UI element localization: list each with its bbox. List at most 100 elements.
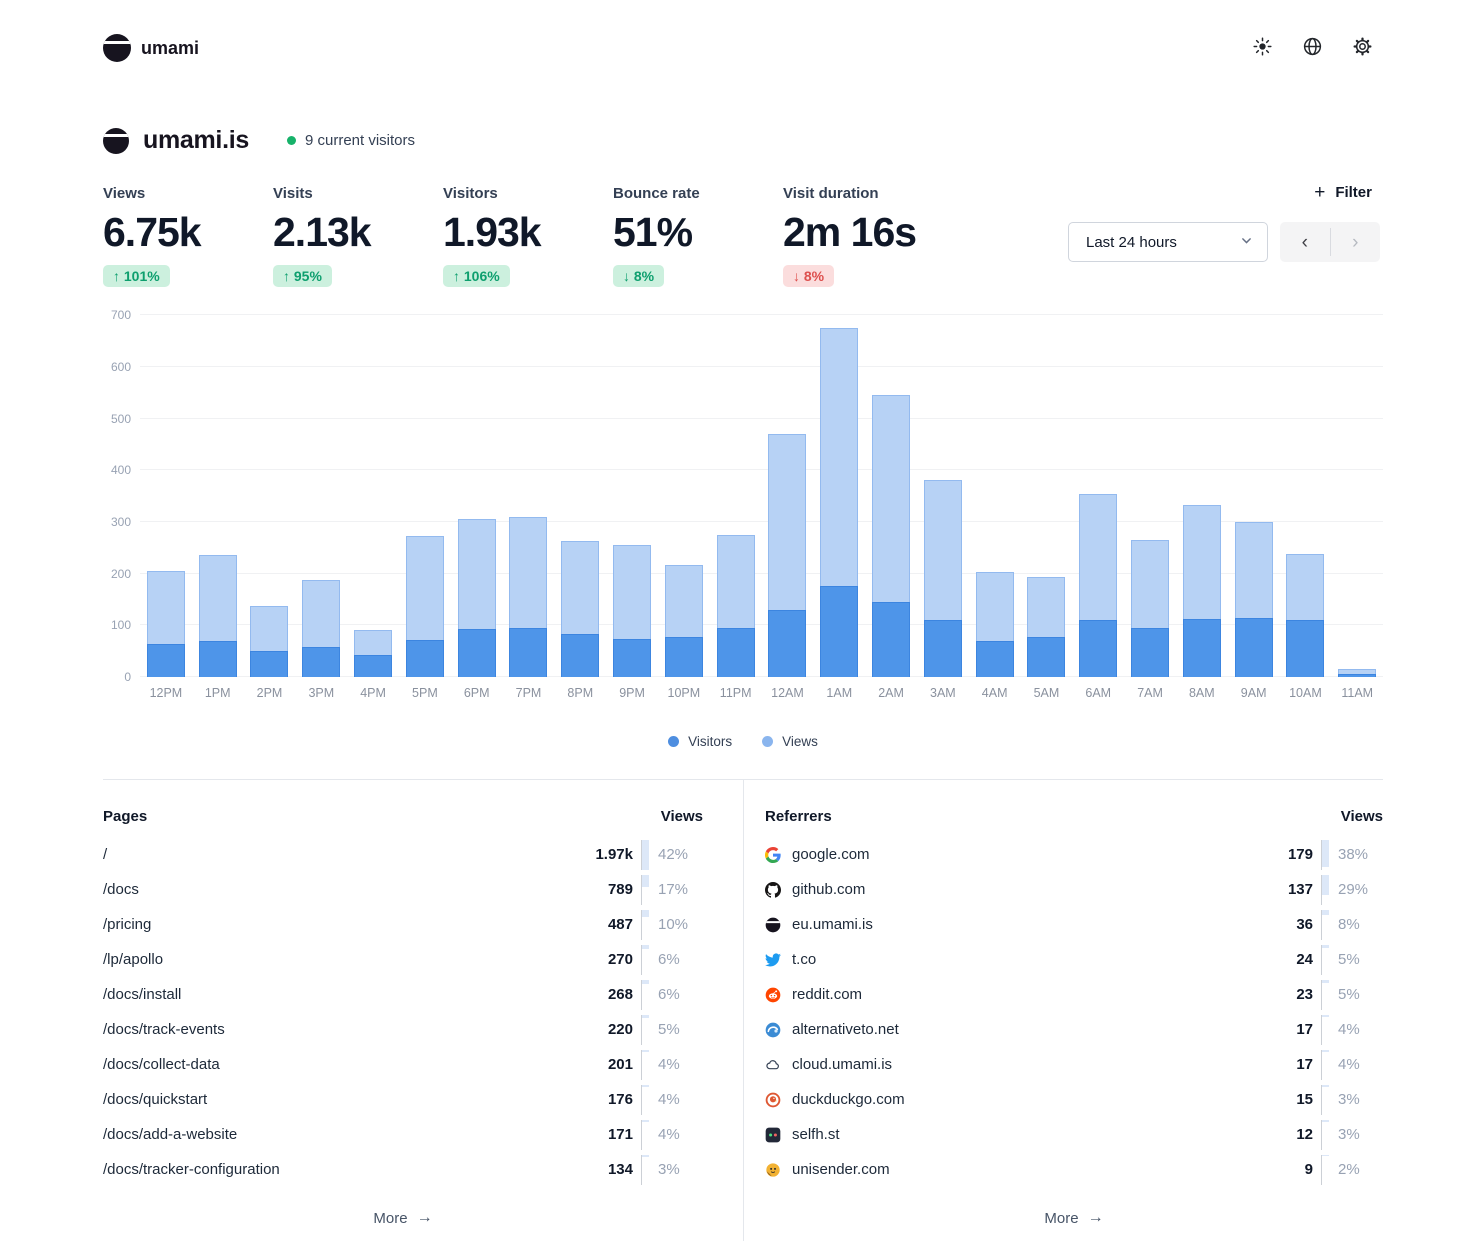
metric-change-badge: ↑ 106% xyxy=(443,265,510,287)
row-label: eu.umami.is xyxy=(792,916,873,933)
page-row-link[interactable]: /pricing xyxy=(103,916,581,933)
chart-x-axis: 12PM1PM2PM3PM4PM5PM6PM7PM8PM9PM10PM11PM1… xyxy=(140,686,1383,700)
bar-group-1pm[interactable] xyxy=(192,315,244,677)
referrer-row-link[interactable]: alternativeto.net xyxy=(765,1021,1261,1038)
percent-text: 3% xyxy=(1338,1091,1360,1108)
brand-name: umami xyxy=(141,38,199,59)
legend-item-views[interactable]: Views xyxy=(762,734,818,749)
app-header: umami xyxy=(0,0,1483,66)
bar-group-2am[interactable] xyxy=(865,315,917,677)
row-views: 270 xyxy=(581,951,633,968)
bar-group-2pm[interactable] xyxy=(244,315,296,677)
page-row-link[interactable]: /lp/apollo xyxy=(103,951,581,968)
referrer-row: cloud.umami.is174% xyxy=(765,1047,1383,1082)
visitors-bar xyxy=(717,628,755,677)
referrer-row-link[interactable]: eu.umami.is xyxy=(765,916,1261,933)
bar-group-4pm[interactable] xyxy=(347,315,399,677)
percent-bar-fill xyxy=(642,910,649,917)
row-label: t.co xyxy=(792,951,816,968)
page-row-link[interactable]: /docs/tracker-configuration xyxy=(103,1161,581,1178)
row-views: 201 xyxy=(581,1056,633,1073)
filter-button[interactable]: + Filter xyxy=(1306,177,1380,208)
page-row-link[interactable]: /docs/collect-data xyxy=(103,1056,581,1073)
bar-group-9pm[interactable] xyxy=(606,315,658,677)
bar-group-6pm[interactable] xyxy=(451,315,503,677)
bar-group-8am[interactable] xyxy=(1176,315,1228,677)
page-row-link[interactable]: /docs xyxy=(103,881,581,898)
legend-item-visitors[interactable]: Visitors xyxy=(668,734,732,749)
language-button[interactable] xyxy=(1294,30,1330,66)
row-label: selfh.st xyxy=(792,1126,840,1143)
brand[interactable]: umami xyxy=(103,34,199,62)
row-percent: 38% xyxy=(1321,840,1383,870)
x-axis-tick: 12PM xyxy=(140,686,192,700)
referrers-more-button[interactable]: More → xyxy=(1034,1203,1113,1233)
row-percent: 4% xyxy=(641,1085,703,1115)
referrer-row-link[interactable]: github.com xyxy=(765,881,1261,898)
metric-label: Visitors xyxy=(443,185,613,202)
percent-bar-fill xyxy=(1322,945,1329,949)
site-logo-icon xyxy=(103,128,129,154)
referrer-row-link[interactable]: t.co xyxy=(765,951,1261,968)
settings-button[interactable] xyxy=(1344,30,1380,66)
percent-bar xyxy=(641,980,649,1010)
bar-group-7am[interactable] xyxy=(1124,315,1176,677)
bar-group-1am[interactable] xyxy=(813,315,865,677)
bar-group-5am[interactable] xyxy=(1021,315,1073,677)
next-period-button[interactable]: › xyxy=(1331,222,1381,262)
metric-label: Visits xyxy=(273,185,443,202)
date-range-select[interactable]: Last 24 hours xyxy=(1068,222,1268,262)
row-label: /lp/apollo xyxy=(103,951,163,968)
row-percent: 4% xyxy=(641,1120,703,1150)
unisender-icon xyxy=(765,1162,781,1178)
referrer-row-link[interactable]: reddit.com xyxy=(765,986,1261,1003)
bar-group-4am[interactable] xyxy=(969,315,1021,677)
bar-group-9am[interactable] xyxy=(1228,315,1280,677)
header-actions xyxy=(1244,30,1380,66)
bar-group-11am[interactable] xyxy=(1331,315,1383,677)
row-label: /pricing xyxy=(103,916,151,933)
current-visitors[interactable]: 9 current visitors xyxy=(287,132,415,149)
bar-group-5pm[interactable] xyxy=(399,315,451,677)
referrer-row-link[interactable]: selfh.st xyxy=(765,1126,1261,1143)
more-label: More xyxy=(373,1210,407,1227)
bar-group-7pm[interactable] xyxy=(503,315,555,677)
page-row-link[interactable]: /docs/install xyxy=(103,986,581,1003)
page-row-link[interactable]: /docs/add-a-website xyxy=(103,1126,581,1143)
bar-group-3am[interactable] xyxy=(917,315,969,677)
metric-value: 2m 16s xyxy=(783,210,953,255)
bar-group-12am[interactable] xyxy=(762,315,814,677)
bar-group-10pm[interactable] xyxy=(658,315,710,677)
theme-toggle-button[interactable] xyxy=(1244,30,1280,66)
row-percent: 3% xyxy=(641,1155,703,1185)
referrer-row-link[interactable]: cloud.umami.is xyxy=(765,1056,1261,1073)
prev-period-button[interactable]: ‹ xyxy=(1280,222,1330,262)
visitors-bar xyxy=(1079,620,1117,677)
page-row-link[interactable]: / xyxy=(103,846,581,863)
bar-group-12pm[interactable] xyxy=(140,315,192,677)
referrer-row-link[interactable]: duckduckgo.com xyxy=(765,1091,1261,1108)
referrer-row-link[interactable]: google.com xyxy=(765,846,1261,863)
referrer-row-link[interactable]: unisender.com xyxy=(765,1161,1261,1178)
bar-group-11pm[interactable] xyxy=(710,315,762,677)
legend-dot-icon xyxy=(668,736,679,747)
bar-group-8pm[interactable] xyxy=(554,315,606,677)
referrers-title: Referrers xyxy=(765,808,832,825)
visitors-bar xyxy=(1286,620,1324,677)
pages-more-button[interactable]: More → xyxy=(363,1203,442,1233)
visitors-bar xyxy=(1027,637,1065,677)
page-row: /docs78917% xyxy=(103,872,703,907)
row-label: /docs/collect-data xyxy=(103,1056,220,1073)
row-label: /docs/quickstart xyxy=(103,1091,207,1108)
row-percent: 6% xyxy=(641,980,703,1010)
page-row-link[interactable]: /docs/track-events xyxy=(103,1021,581,1038)
page-row-link[interactable]: /docs/quickstart xyxy=(103,1091,581,1108)
bar-group-10am[interactable] xyxy=(1280,315,1332,677)
percent-text: 3% xyxy=(1338,1126,1360,1143)
row-label: duckduckgo.com xyxy=(792,1091,905,1108)
bar-group-3pm[interactable] xyxy=(295,315,347,677)
row-views: 171 xyxy=(581,1126,633,1143)
row-label: reddit.com xyxy=(792,986,862,1003)
bar-group-6am[interactable] xyxy=(1072,315,1124,677)
percent-text: 29% xyxy=(1338,881,1368,898)
